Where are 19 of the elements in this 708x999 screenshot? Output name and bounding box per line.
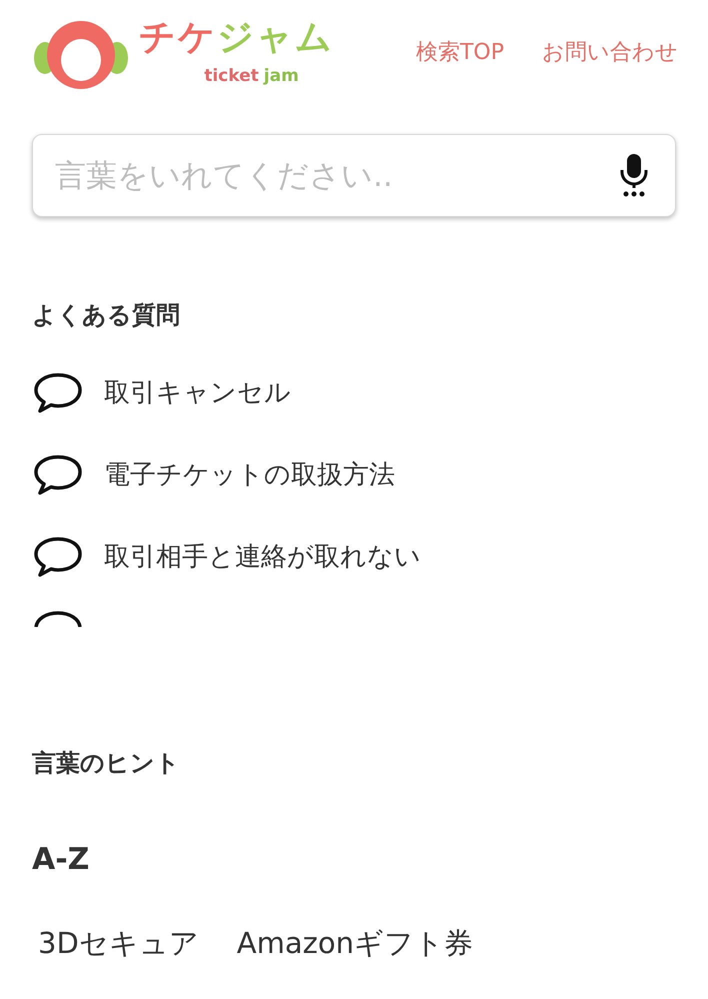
logo-wordmark: チケ: [139, 17, 217, 58]
speech-bubble-icon: [32, 453, 84, 497]
logo-subtitle: jam: [264, 65, 299, 88]
logo-wordmark: ジャム: [217, 17, 334, 58]
section-heading: 言葉のヒント: [32, 748, 181, 779]
search-field[interactable]: 言葉をいれてください..: [32, 134, 676, 217]
faq-item[interactable]: 取引相手と連絡が取れない: [32, 531, 676, 583]
faq-item[interactable]: 取引キャンセル: [32, 367, 676, 419]
speech-bubble-icon: [32, 609, 84, 627]
microphone-icon[interactable]: [618, 152, 650, 198]
logo-subtitle: ticket: [204, 65, 259, 88]
hint-word-link[interactable]: Amazonギフト券: [236, 922, 473, 966]
hint-word-link[interactable]: 3Dセキュア: [38, 922, 199, 966]
speech-bubble-icon: [32, 535, 84, 579]
faq-item[interactable]: 電子チケットの取扱方法: [32, 449, 676, 501]
index-heading: A-Z: [32, 841, 90, 879]
speech-bubble-icon: [32, 371, 84, 415]
section-heading: よくある質問: [32, 300, 181, 331]
monkey-logo-icon: [33, 18, 129, 92]
